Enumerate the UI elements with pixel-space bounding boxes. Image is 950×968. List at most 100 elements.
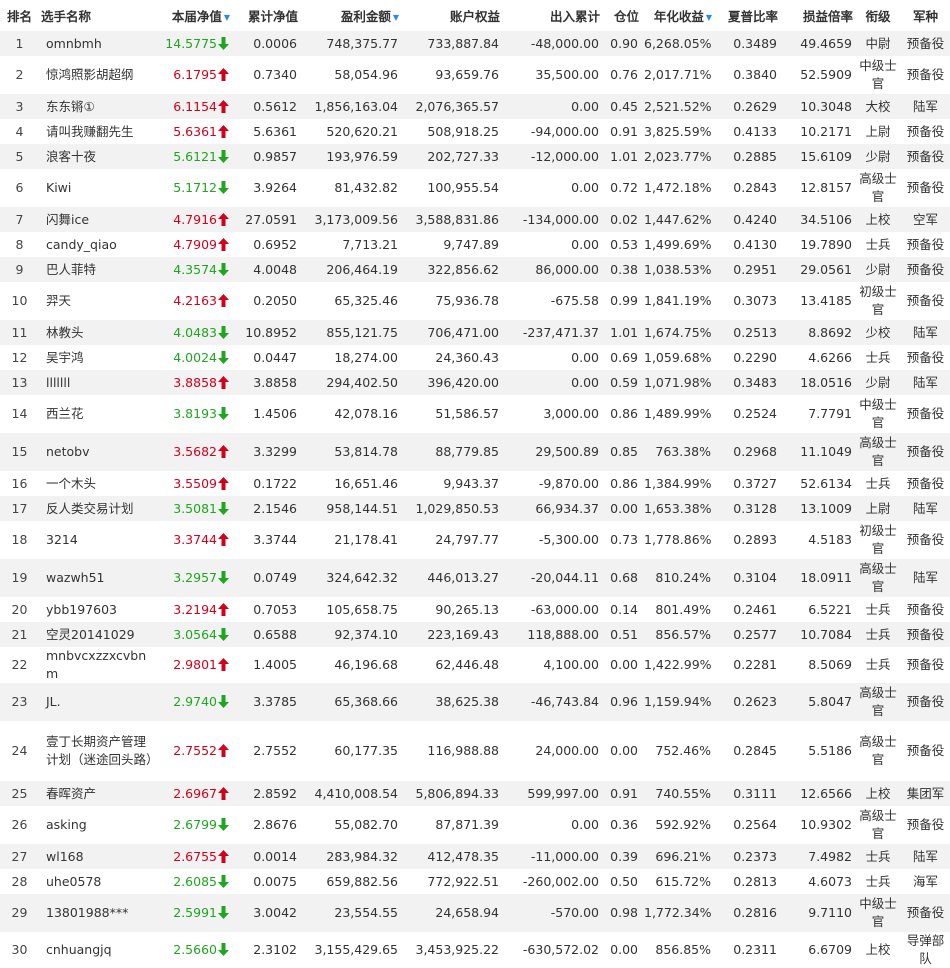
arrow-down-icon <box>217 570 229 585</box>
header-equity[interactable]: 账户权益 <box>401 0 502 31</box>
nav-cell: 4.3574 <box>156 257 232 282</box>
player-name-link[interactable]: uhe0578 <box>39 869 156 894</box>
profit-cell: 324,642.32 <box>326 570 398 585</box>
table-row[interactable]: 8 candy_qiao 4.7909 0.6952 7,713.21 9,747.89 0… <box>0 232 950 257</box>
player-name-link[interactable]: 东东锵① <box>39 94 156 119</box>
player-name-link[interactable]: 3214 <box>39 521 156 559</box>
profit-cell: 193,976.59 <box>326 148 398 164</box>
table-row[interactable]: 29 13801988*** 2.5991 3.0042 23,554.55 24,658… <box>0 894 950 932</box>
nav-value: 3.5509 <box>173 475 217 491</box>
table-row[interactable]: 7 闪舞ice 4.7916 27.0591 3,173,009.56 3,588,831… <box>0 207 950 232</box>
table-row[interactable]: 19 wazwh51 3.2957 0.0749 324,642.32 446,013.2… <box>0 559 950 597</box>
table-row[interactable]: 14 西兰花 3.8193 1.4506 42,078.16 51,586.57 3,000… <box>0 395 950 433</box>
table-row[interactable]: 5 浪客十夜 5.6121 0.9857 193,976.59 202,727.33 -12… <box>0 144 950 169</box>
profit-cell: 3,173,009.56 <box>314 211 399 227</box>
header-rank[interactable]: 排名 <box>0 0 39 31</box>
player-name-link[interactable]: 空灵20141029 <box>39 622 156 647</box>
header-name[interactable]: 选手名称 <box>39 0 156 31</box>
player-name-link[interactable]: 壹丁长期资产管理计划（迷途回头路） <box>39 721 159 781</box>
nav-value: 3.2194 <box>173 601 217 617</box>
player-name-link[interactable]: 请叫我赚翻先生 <box>39 119 156 144</box>
player-name-link[interactable]: wazwh51 <box>39 559 156 597</box>
header-position[interactable]: 仓位 <box>602 0 641 31</box>
table-row[interactable]: 17 反人类交易计划 3.5081 2.1546 958,144.51 1,029,850… <box>0 496 950 521</box>
annual-cell: 1,038.53% <box>644 261 712 277</box>
equity-cell: 24,797.77 <box>435 532 499 547</box>
rank-title-cell: 少尉 <box>865 261 891 277</box>
table-row[interactable]: 3 东东锵① 6.1154 0.5612 1,856,163.04 2,076,365.5… <box>0 94 950 119</box>
header-annual[interactable]: 年化收益 ▼ <box>641 0 714 31</box>
inout-cell: 24,000.00 <box>535 743 599 758</box>
header-pl-ratio[interactable]: 损益倍率 <box>780 0 855 31</box>
player-name-link[interactable]: netobv <box>39 433 156 471</box>
player-name-link[interactable]: 一个木头 <box>39 471 156 496</box>
header-nav[interactable]: 本届净值 ▼ <box>156 0 232 31</box>
player-name-link[interactable]: Kiwi <box>39 169 156 207</box>
table-row[interactable]: 28 uhe0578 2.6085 0.0075 659,882.56 772,922.5… <box>0 869 950 894</box>
table-row[interactable]: 18 3214 3.3744 3.3744 21,178.41 24,797.77 -5,3… <box>0 521 950 559</box>
player-name-link[interactable]: 羿天 <box>39 282 156 320</box>
player-name-link[interactable]: 吴宇鸿 <box>39 345 156 370</box>
header-rank-title[interactable]: 衔级 <box>855 0 901 31</box>
sharpe-cell: 0.2290 <box>733 349 777 365</box>
position-cell: 0.00 <box>610 942 638 957</box>
profit-cell: 53,814.78 <box>334 444 398 459</box>
player-name-link[interactable]: omnbmh <box>39 31 156 56</box>
table-row[interactable]: 11 林教头 4.0483 10.8952 855,121.75 706,471.00 -2… <box>0 320 950 345</box>
ranking-table: 排名 选手名称 本届净值 ▼ 累计净值 盈利金额 ▼ 账户权益 出入累计 仓位 年化… <box>0 0 950 968</box>
table-row[interactable]: 9 巴人菲特 4.3574 4.0048 206,464.19 322,856.62 86,… <box>0 257 950 282</box>
nav-cell: 14.5775 <box>156 31 232 56</box>
header-sharpe[interactable]: 夏普比率 <box>714 0 780 31</box>
player-name-link[interactable]: mnbvcxzzxcvbnm <box>39 647 156 683</box>
table-row[interactable]: 1 omnbmh 14.5775 0.0006 748,375.77 733,887.84… <box>0 31 950 56</box>
table-row[interactable]: 13 lllllll 3.8858 3.8858 294,402.50 396,420.0… <box>0 370 950 395</box>
player-name-link[interactable]: 春晖资产 <box>39 781 156 806</box>
table-row[interactable]: 27 wl168 2.6755 0.0014 283,984.32 412,478.35 -… <box>0 844 950 869</box>
table-row[interactable]: 20 ybb197603 3.2194 0.7053 105,658.75 90,265.… <box>0 597 950 622</box>
table-row[interactable]: 16 一个木头 3.5509 0.1722 16,651.46 9,943.37 -9,87… <box>0 471 950 496</box>
arrow-down-icon <box>217 501 229 516</box>
player-name-link[interactable]: cnhuangjq <box>39 932 156 968</box>
table-row[interactable]: 21 空灵20141029 3.0564 0.6588 92,374.10 223,169… <box>0 622 950 647</box>
sharpe-cell: 0.2623 <box>733 694 777 709</box>
table-row[interactable]: 10 羿天 4.2163 0.2050 65,325.46 75,936.78 -675.5… <box>0 282 950 320</box>
player-name-link[interactable]: ybb197603 <box>39 597 156 622</box>
player-name-link[interactable]: 惊鸿照影胡超纲 <box>39 56 156 94</box>
player-name-link[interactable]: lllllll <box>39 370 156 395</box>
player-name-link[interactable]: 反人类交易计划 <box>39 496 156 521</box>
player-name-link[interactable]: wl168 <box>39 844 156 869</box>
player-name-link[interactable]: JL. <box>39 683 156 721</box>
sharpe-cell: 0.4133 <box>733 123 777 139</box>
table-row[interactable]: 24 壹丁长期资产管理计划（迷途回头路） 2.7552 2.7552 60,177.35… <box>0 721 950 781</box>
table-row[interactable]: 23 JL. 2.9740 3.3785 65,368.66 38,625.38 -46,7… <box>0 683 950 721</box>
army-cell: 陆军 <box>912 324 938 340</box>
header-cum-nav[interactable]: 累计净值 <box>232 0 300 31</box>
equity-cell: 223,169.43 <box>427 626 499 642</box>
player-name-link[interactable]: 巴人菲特 <box>39 257 156 282</box>
nav-value: 3.8858 <box>173 374 217 390</box>
player-name-link[interactable]: candy_qiao <box>39 232 156 257</box>
table-row[interactable]: 22 mnbvcxzzxcvbnm 2.9801 1.4005 46,196.68 62,… <box>0 647 950 683</box>
table-row[interactable]: 6 Kiwi 5.1712 3.9264 81,432.82 100,955.54 0.00… <box>0 169 950 207</box>
player-name-link[interactable]: 13801988*** <box>39 894 156 932</box>
rank-title-cell: 大校 <box>865 98 891 114</box>
annual-cell: 1,499.69% <box>644 236 712 252</box>
arrow-up-icon <box>217 124 229 139</box>
player-name-link[interactable]: 西兰花 <box>39 395 156 433</box>
header-profit[interactable]: 盈利金额 ▼ <box>300 0 401 31</box>
player-name-link[interactable]: 闪舞ice <box>39 207 156 232</box>
table-row[interactable]: 4 请叫我赚翻先生 5.6361 5.6361 520,620.21 508,918.25… <box>0 119 950 144</box>
header-army[interactable]: 军种 <box>901 0 950 31</box>
player-name-link[interactable]: 林教头 <box>39 320 156 345</box>
player-name-link[interactable]: 浪客十夜 <box>39 144 156 169</box>
table-row[interactable]: 30 cnhuangjq 2.5660 2.3102 3,155,429.65 3,453… <box>0 932 950 968</box>
header-inout[interactable]: 出入累计 <box>502 0 602 31</box>
nav-cell: 4.7916 <box>156 207 232 232</box>
table-row[interactable]: 2 惊鸿照影胡超纲 6.1795 0.7340 58,054.96 93,659.76 35… <box>0 56 950 94</box>
table-row[interactable]: 15 netobv 3.5682 3.3299 53,814.78 88,779.85 29… <box>0 433 950 471</box>
table-row[interactable]: 25 春晖资产 2.6967 2.8592 4,410,008.54 5,806,894.… <box>0 781 950 806</box>
table-row[interactable]: 26 asking 2.6799 2.8676 55,082.70 87,871.39 0.… <box>0 806 950 844</box>
nav-cell: 2.5991 <box>156 894 232 932</box>
table-row[interactable]: 12 吴宇鸿 4.0024 0.0447 18,274.00 24,360.43 0.00 0… <box>0 345 950 370</box>
player-name-link[interactable]: asking <box>39 806 156 844</box>
